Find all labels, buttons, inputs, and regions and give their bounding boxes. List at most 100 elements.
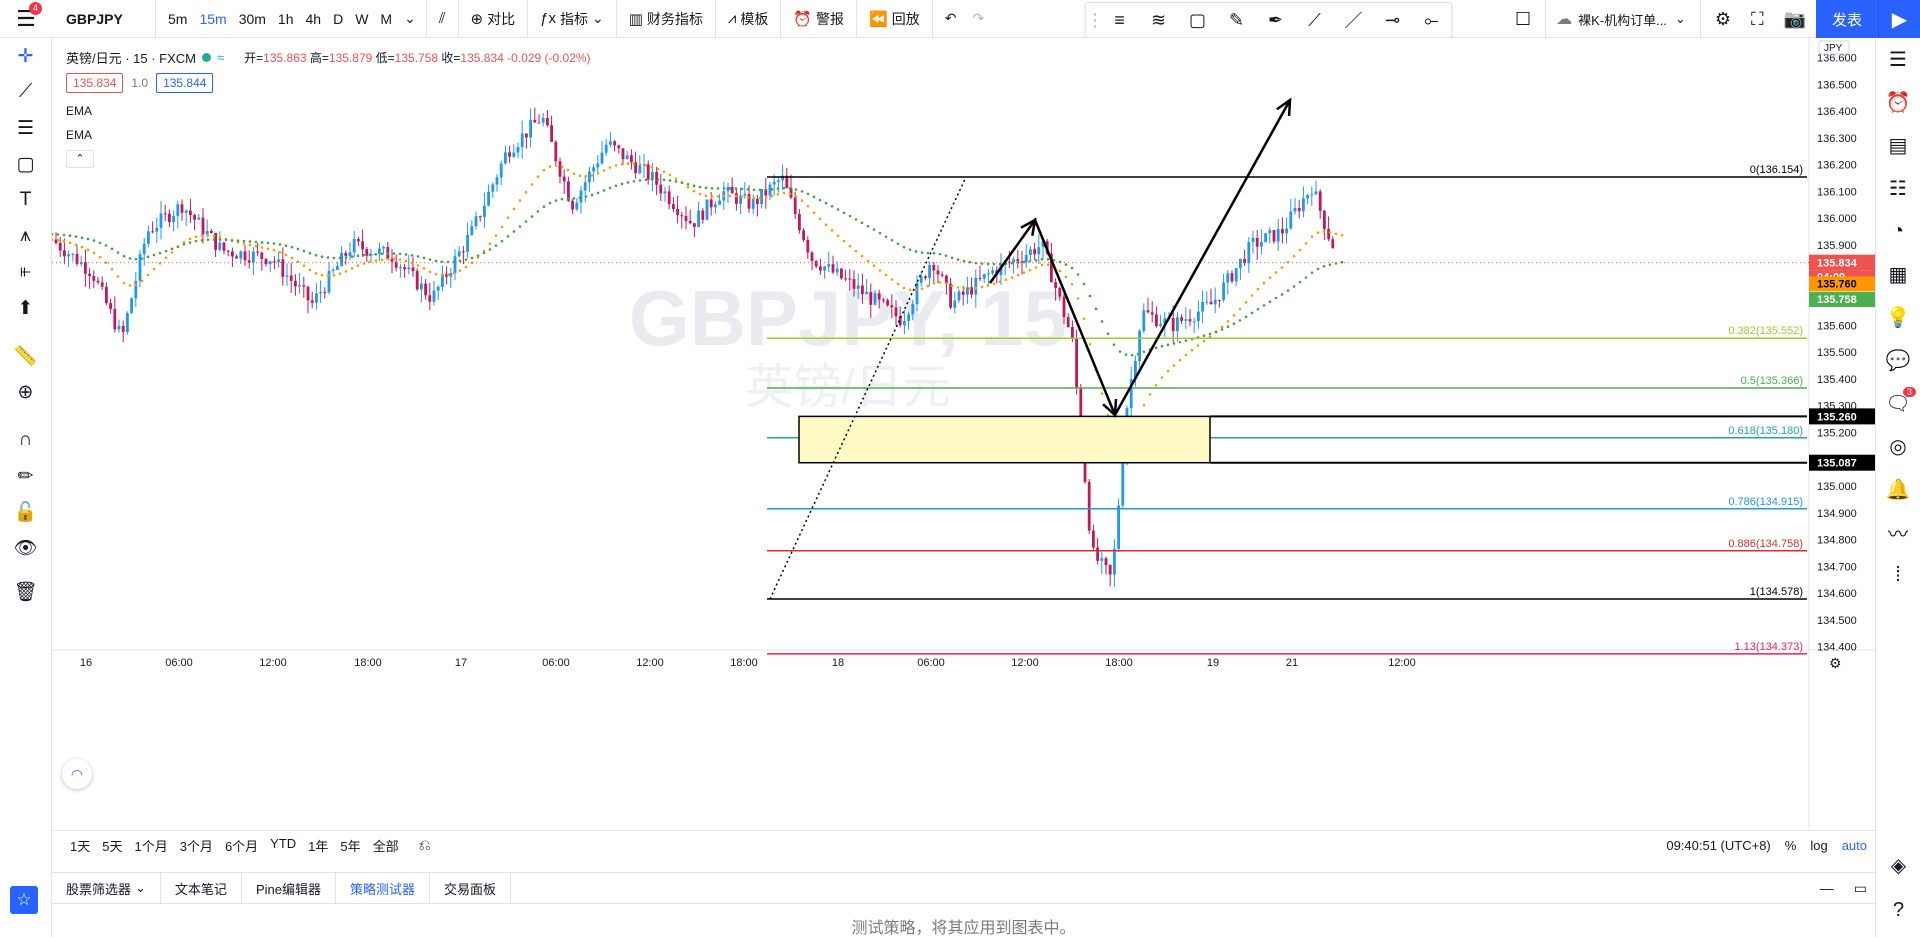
range-button[interactable]: 3个月 [174,836,219,855]
timeframe-5m[interactable]: 5m [162,0,193,38]
indicators-button[interactable]: ƒx 指标 ⌄ [532,0,612,38]
fib-tool-icon[interactable]: ☰ [0,110,51,146]
collapse-legend-button[interactable]: ⌃ [66,150,94,168]
timeframe-15m[interactable]: 15m [193,0,232,38]
calendar-icon[interactable]: ▦ [1876,253,1920,296]
ray-icon[interactable]: ⟋ [1295,10,1334,31]
financials-button[interactable]: ▥ 财务指标 [621,0,711,38]
templates-button[interactable]: ⩘ 模板 [720,0,776,38]
magnet-icon[interactable]: ∩ [0,422,51,458]
rectangle-tool-icon[interactable]: ▢ [1178,10,1217,31]
timeframe-1h[interactable]: 1h [272,0,300,38]
timeframe-30m[interactable]: 30m [233,0,272,38]
fullscreen-icon[interactable]: ⛶ [1741,9,1774,30]
range-button[interactable]: 5天 [96,836,128,855]
undo-button[interactable]: ↶ [937,0,965,38]
chart-type-button[interactable]: ⫽ [431,0,454,38]
time-axis[interactable]: 16 06:00 12:00 18:00 17 06:00 12:00 18:00 18 06:0… [80,657,1416,669]
chevron-down-icon[interactable]: ⌄ [1675,11,1696,27]
price-chart[interactable]: GBPJPY, 15英镑/日元0(136.154)0.382(135.552)0… [52,38,1875,830]
rectangle-tool-icon[interactable]: ▢ [0,146,51,182]
calendar-clock-icon[interactable]: ◔ [1876,210,1920,253]
timeframe-M[interactable]: M [374,0,398,38]
hotlist-icon[interactable]: ☷ [1876,167,1920,210]
layers-icon[interactable]: ◈ [1876,844,1920,887]
percent-toggle[interactable]: % [1785,838,1797,853]
eye-icon[interactable]: 👁 [0,530,51,566]
camera-icon[interactable]: 📷 [1774,9,1816,30]
redo-button[interactable]: ↷ [964,0,992,38]
trend-icon[interactable]: 〰 [1876,511,1920,554]
range-button[interactable]: 1天 [64,836,96,855]
main-menu-button[interactable]: ☰ 4 [0,0,52,38]
chat-icon[interactable]: 💬 [1876,339,1920,382]
text-tool-icon[interactable]: T [0,182,51,218]
range-button[interactable]: 全部 [367,836,405,855]
help-icon[interactable]: ? [1876,889,1920,932]
channel-icon[interactable]: ≋ [1139,10,1178,31]
lock-icon[interactable]: 🔓 [0,494,51,530]
favorites-star-button[interactable]: ☆ [10,886,38,914]
log-toggle[interactable]: log [1810,838,1827,853]
timeframe-D[interactable]: D [327,0,349,38]
pen-icon[interactable]: ✒ [1256,10,1295,31]
alert-button[interactable]: ⏰ 警报 [785,0,852,38]
axis-settings-icon[interactable]: ⚙ [1829,655,1842,671]
pattern-tool-icon[interactable]: ⩚ [0,218,51,254]
hlines-icon[interactable]: ≡ [1100,10,1139,31]
auto-toggle[interactable]: auto [1842,838,1867,853]
compare-button[interactable]: ⊕ 对比 [463,0,524,38]
watchlist-icon[interactable]: ☰ [1876,38,1920,81]
trash-icon[interactable]: 🗑 [0,574,51,610]
range-button[interactable]: 6个月 [219,836,264,855]
timeframe-4h[interactable]: 4h [300,0,328,38]
brush-icon[interactable]: ✎ [1217,10,1256,31]
hray-icon[interactable]: ⟜ [1412,10,1451,31]
chevron-down-icon[interactable]: ⌄ [398,0,422,38]
layout-name[interactable]: 裸K-机构订单... [1578,10,1675,29]
trendline-icon[interactable]: ／ [1334,7,1373,33]
ema-indicator-label-1[interactable]: EMA [66,104,92,118]
bottom-tab[interactable]: 股票筛选器 ⌄ [52,872,161,904]
series-title[interactable]: 英镑/日元 · 15 · FXCM [66,48,196,67]
sell-price-box[interactable]: 135.834 [66,73,124,93]
gear-icon[interactable]: ⚙ [1705,9,1741,30]
ruler-icon[interactable]: 📏 [0,338,51,374]
buy-price-box[interactable]: 135.844 [156,73,214,93]
messages-icon[interactable]: 🗨 3 [1876,382,1920,425]
range-button[interactable]: 1个月 [128,836,173,855]
data-window-icon[interactable]: ▤ [1876,124,1920,167]
bottom-tab[interactable]: 文本笔记 [161,872,242,904]
bottom-tab[interactable]: 交易面板 [430,872,511,904]
ideas-icon[interactable]: 💡 [1876,296,1920,339]
trendline-tool-icon[interactable]: ⟋ [0,74,51,110]
range-button[interactable]: YTD [264,836,302,855]
timeframe-W[interactable]: W [349,0,374,38]
forecast-tool-icon[interactable]: ⫦ [0,254,51,290]
publish-button[interactable]: 发表 [1816,0,1878,38]
square-icon[interactable]: ☐ [1505,9,1541,30]
streams-icon[interactable]: ◎ [1876,425,1920,468]
lock-pencil-icon[interactable]: ✏ [0,458,51,494]
demand-zone-rectangle[interactable] [798,415,1211,464]
symbol-search[interactable]: GBPJPY [52,0,156,38]
hline-icon[interactable]: ⊸ [1373,10,1412,31]
notifications-icon[interactable]: 🔔 [1876,468,1920,511]
range-button[interactable]: 1年 [302,836,334,855]
clock-display[interactable]: 09:40:51 (UTC+8) [1666,838,1770,853]
minimize-icon[interactable]: — [1820,880,1834,897]
zoom-in-icon[interactable]: ⊕ [0,374,51,410]
tradingview-logo-icon[interactable]: ◠ [62,759,92,789]
range-button[interactable]: 5年 [334,836,366,855]
ema-indicator-label-2[interactable]: EMA [66,128,92,142]
order-panel-icon[interactable]: ⁞ [1876,554,1920,597]
goto-date-icon[interactable]: ⎌ [405,837,445,854]
bottom-tab[interactable]: Pine编辑器 [242,872,336,904]
maximize-icon[interactable]: ▭ [1854,880,1867,897]
bottom-tab[interactable]: 策略测试器 [336,872,430,904]
arrow-up-icon[interactable]: ⬆ [0,290,51,326]
replay-button[interactable]: ⏪ 回放 [861,0,928,38]
drag-handle-icon[interactable]: ⋮ [1086,10,1104,31]
alarm-clock-icon[interactable]: ⏰ [1876,81,1920,124]
play-button[interactable]: ▶ [1878,0,1920,38]
